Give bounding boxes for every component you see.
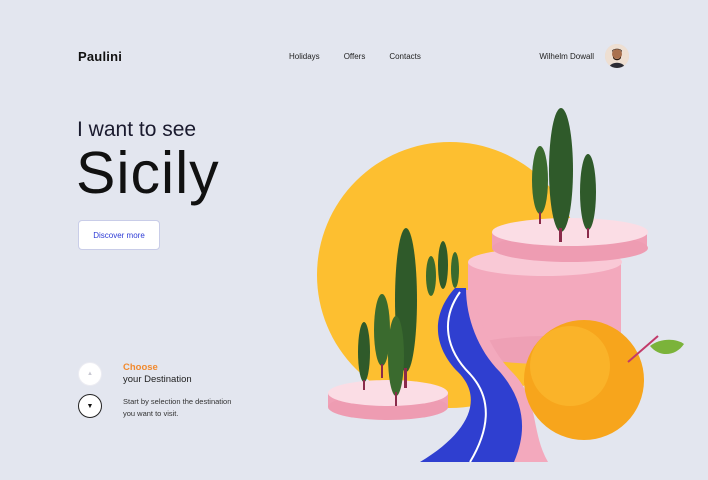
nav-item-holidays[interactable]: Holidays [289, 52, 320, 61]
step-up-button[interactable]: ▲ [78, 362, 102, 386]
chevron-down-icon: ▼ [86, 402, 94, 410]
hero-title: Sicily [76, 140, 220, 206]
step-title-accent: Choose [123, 362, 158, 373]
step-title: your Destination [123, 374, 192, 385]
brand-logo[interactable]: Paulini [78, 49, 122, 64]
avatar-image [605, 44, 629, 68]
discover-more-button[interactable]: Discover more [78, 220, 160, 250]
avatar[interactable] [605, 44, 629, 68]
nav-item-offers[interactable]: Offers [344, 52, 366, 61]
step-description: Start by selection the destination you w… [123, 397, 232, 418]
main-nav: Holidays Offers Contacts [289, 52, 421, 61]
user-name[interactable]: Wilhelm Dowall [539, 52, 594, 61]
nav-item-contacts[interactable]: Contacts [389, 52, 421, 61]
chevron-up-icon: ▲ [87, 371, 93, 377]
step-down-button[interactable]: ▼ [78, 394, 102, 418]
